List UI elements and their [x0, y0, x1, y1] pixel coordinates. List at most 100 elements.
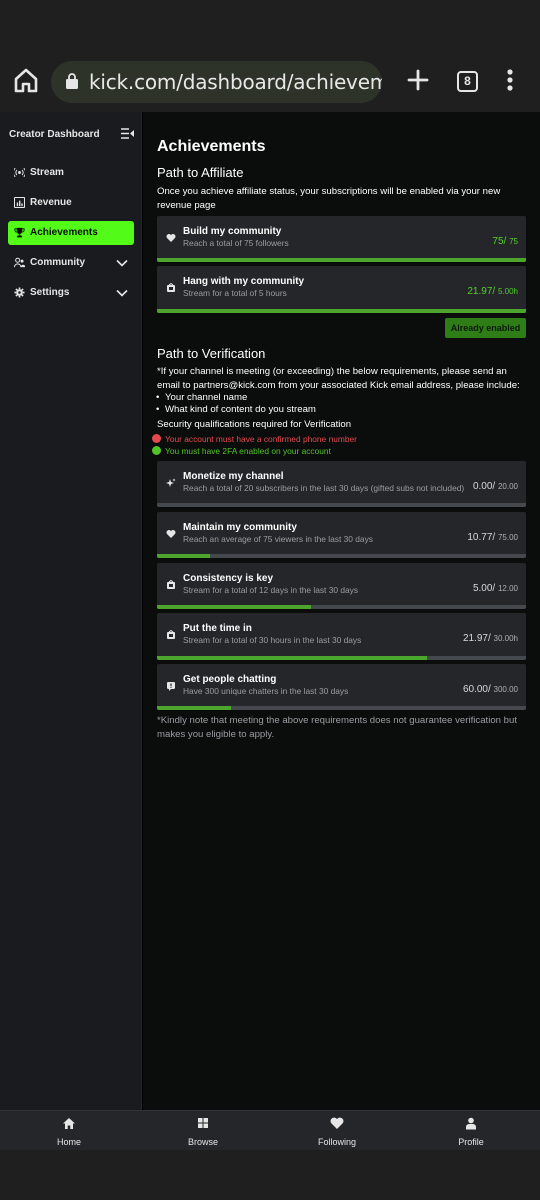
- achievement-card: Maintain my community Reach an average o…: [157, 512, 526, 558]
- card-progress-value: 5.00/ 12.00: [472, 583, 518, 594]
- address-bar[interactable]: kick.com/dashboard/achievements: [51, 61, 382, 103]
- card-title: Build my community: [183, 226, 282, 237]
- sidebar-item-settings[interactable]: Settings: [8, 281, 134, 305]
- achievement-card: Monetize my channel Reach a total of 20 …: [157, 461, 526, 507]
- chat-icon: [167, 682, 175, 691]
- gesture-bar: [0, 1150, 540, 1200]
- browser-toolbar: kick.com/dashboard/achievements 8: [0, 48, 540, 112]
- collapse-sidebar-icon[interactable]: [121, 128, 134, 139]
- heart-icon: [166, 234, 176, 242]
- nav-label: Following: [317, 1137, 357, 1147]
- progress-fill: [157, 309, 526, 313]
- progress-track: [157, 706, 526, 710]
- progress-fill: [157, 605, 311, 609]
- progress-track: [157, 554, 526, 558]
- users-icon: [14, 257, 25, 268]
- sidebar-item-label: Achievements: [30, 227, 98, 238]
- video-icon: [167, 580, 175, 589]
- achievement-card: Consistency is key Stream for a total of…: [157, 563, 526, 609]
- card-subtitle: Reach a total of 20 subscribers in the l…: [183, 483, 465, 493]
- person-icon: [466, 1117, 476, 1130]
- already-enabled-button[interactable]: Already enabled: [445, 318, 526, 338]
- grid-icon: [198, 1118, 208, 1128]
- sidebar-item-label: Revenue: [30, 197, 72, 208]
- list-item: What kind of content do you stream: [156, 404, 316, 415]
- progress-track: [157, 656, 526, 660]
- sidebar-item-achievements[interactable]: Achievements: [8, 221, 134, 245]
- achievement-card: Put the time in Stream for a total of 30…: [157, 613, 526, 660]
- home-icon[interactable]: [10, 64, 42, 96]
- nav-label: Profile: [458, 1137, 484, 1147]
- chevron-down-icon[interactable]: [116, 289, 128, 297]
- card-progress-value: 21.97/ 30.00h: [462, 633, 518, 644]
- affiliate-heading: Path to Affiliate: [157, 165, 244, 180]
- card-subtitle: Reach a total of 75 followers: [183, 238, 289, 248]
- progress-track: [157, 309, 526, 313]
- home-icon: [63, 1118, 75, 1129]
- card-subtitle: Have 300 unique chatters in the last 30 …: [183, 686, 349, 696]
- progress-fill: [157, 706, 231, 710]
- progress-fill: [157, 554, 210, 558]
- achievements-page: Achievements Path to Affiliate Once you …: [143, 112, 540, 1110]
- nav-label: Browse: [187, 1137, 218, 1147]
- card-subtitle: Reach an average of 75 viewers in the la…: [183, 534, 373, 544]
- sidebar-title: Creator Dashboard: [9, 129, 100, 140]
- nav-home[interactable]: Home: [2, 1111, 136, 1151]
- nav-profile[interactable]: Profile: [404, 1111, 538, 1151]
- heart-icon: [330, 1117, 344, 1129]
- gear-icon: [14, 287, 25, 298]
- progress-fill: [157, 656, 428, 660]
- card-subtitle: Stream for a total of 5 hours: [183, 288, 287, 298]
- status-bar: [0, 0, 540, 48]
- check-icon: [152, 446, 161, 455]
- chart-icon: [14, 197, 25, 208]
- video-icon: [167, 630, 175, 639]
- nav-label: Home: [56, 1137, 81, 1147]
- card-title: Maintain my community: [183, 522, 297, 533]
- heart-icon: [166, 530, 176, 538]
- progress-track: [157, 503, 526, 507]
- card-progress-value: 0.00/ 20.00: [472, 481, 518, 492]
- achievement-card: Hang with my community Stream for a tota…: [157, 266, 526, 313]
- url-text: kick.com/dashboard/achievements: [89, 70, 382, 94]
- tab-switcher-button[interactable]: 8: [457, 71, 478, 92]
- video-icon: [167, 283, 175, 292]
- progress-track: [157, 258, 526, 262]
- verification-intro: *If your channel is meeting (or exceedin…: [157, 366, 520, 391]
- sidebar-item-label: Stream: [30, 167, 64, 178]
- error-icon: [152, 434, 161, 443]
- card-progress-value: 75/ 75: [492, 236, 518, 247]
- broadcast-icon: [14, 167, 25, 178]
- trophy-icon: [14, 227, 25, 238]
- new-tab-icon[interactable]: [402, 64, 434, 96]
- sidebar-item-community[interactable]: Community: [8, 251, 134, 275]
- card-progress-value: 10.77/ 75.00: [467, 532, 518, 543]
- achievement-card: Get people chatting Have 300 unique chat…: [157, 664, 526, 710]
- page-title: Achievements: [157, 138, 266, 155]
- nav-browse[interactable]: Browse: [136, 1111, 270, 1151]
- card-subtitle: Stream for a total of 30 hours in the la…: [183, 635, 362, 645]
- sidebar: Creator Dashboard Stream Revenue Achieve…: [0, 112, 142, 1110]
- affiliate-intro: Once you achieve affiliate status, your …: [157, 186, 501, 211]
- card-title: Put the time in: [183, 623, 252, 634]
- verification-heading: Path to Verification: [157, 346, 266, 361]
- sidebar-item-stream[interactable]: Stream: [8, 161, 134, 185]
- achievement-card: Build my community Reach a total of 75 f…: [157, 216, 526, 262]
- card-progress-value: 60.00/ 300.00: [462, 684, 518, 695]
- progress-track: [157, 605, 526, 609]
- security-heading: Security qualifications required for Ver…: [157, 419, 352, 430]
- verification-footnote: *Kindly note that meeting the above requ…: [157, 715, 517, 740]
- card-title: Get people chatting: [183, 674, 277, 685]
- bottom-navigation: Home Browse Following Profile: [0, 1110, 540, 1150]
- card-progress-value: 21.97/ 5.00h: [467, 286, 518, 297]
- chevron-down-icon[interactable]: [116, 259, 128, 267]
- security-requirement: You must have 2FA enabled on your accoun…: [152, 446, 331, 456]
- nav-following[interactable]: Following: [270, 1111, 404, 1151]
- card-title: Consistency is key: [183, 573, 274, 584]
- sidebar-item-revenue[interactable]: Revenue: [8, 191, 134, 215]
- card-title: Hang with my community: [183, 276, 305, 287]
- overflow-menu-icon[interactable]: [498, 64, 522, 96]
- card-subtitle: Stream for a total of 12 days in the las…: [183, 585, 359, 595]
- security-requirement: Your account must have a confirmed phone…: [152, 434, 357, 444]
- lock-icon: [66, 73, 78, 89]
